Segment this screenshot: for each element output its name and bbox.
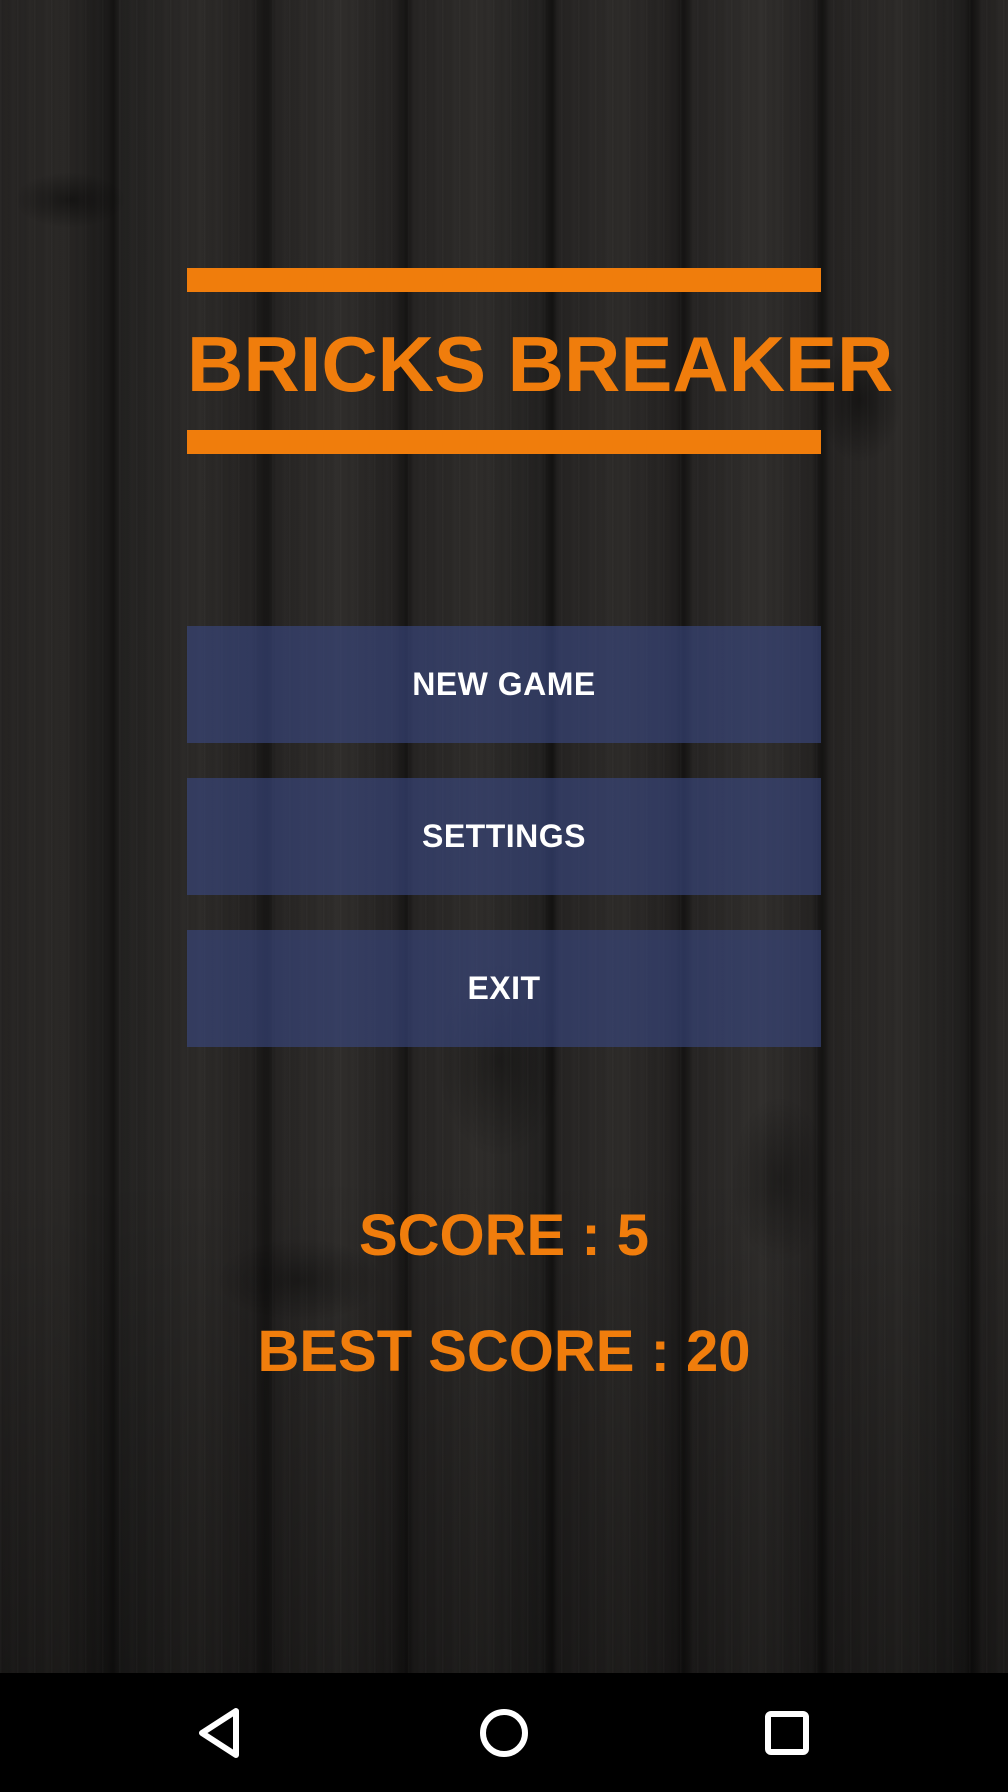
recents-square-icon [765,1710,809,1755]
back-triangle-icon [199,1707,239,1758]
current-score: SCORE : 5 [358,1203,650,1268]
new-game-button[interactable]: NEW GAME [187,626,821,743]
nav-home-button[interactable] [444,1673,564,1792]
settings-button[interactable]: SETTINGS [187,778,821,895]
title-top-bar [187,268,821,292]
nav-recents-button[interactable] [727,1673,847,1792]
main-menu-screen: BRICKS BREAKER NEW GAME SETTINGS EXIT SC… [0,0,1008,1673]
title-bottom-bar [187,430,821,454]
game-title: BRICKS BREAKER [187,320,894,408]
system-navigation-bar [0,1673,1008,1792]
exit-button[interactable]: EXIT [187,930,821,1047]
best-score: BEST SCORE : 20 [257,1319,751,1384]
home-circle-icon [480,1708,528,1757]
nav-back-button[interactable] [160,1673,280,1792]
